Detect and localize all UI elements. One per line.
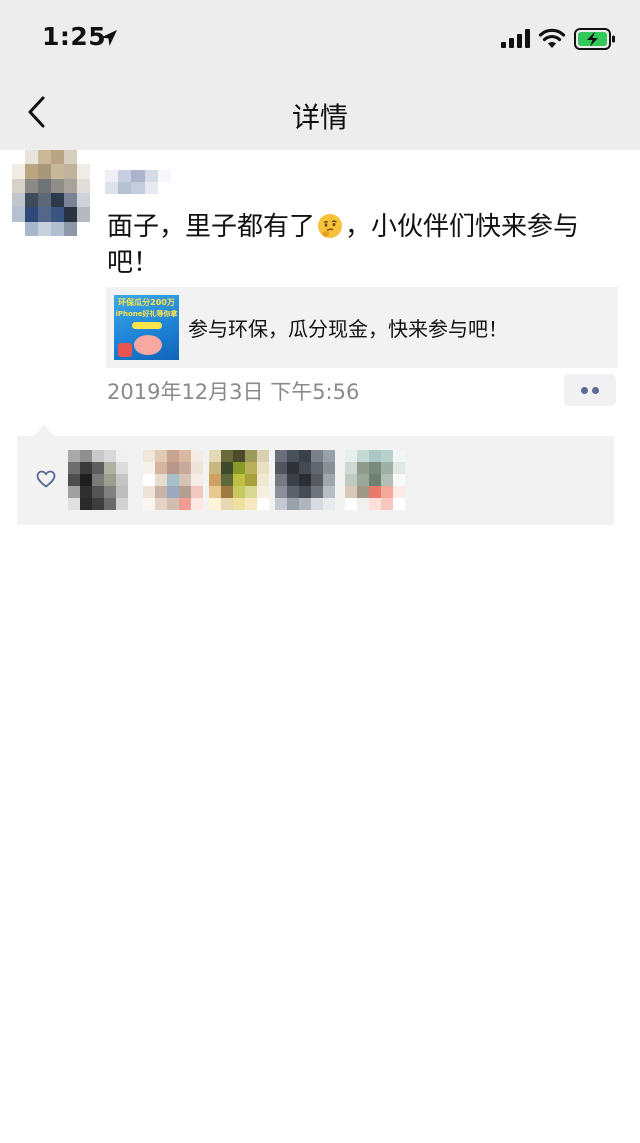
heart-outline-icon [36,470,56,488]
shared-link-card[interactable]: 环保瓜分200万 iPhone好礼等你拿 参与环保，瓜分现金，快来参与吧！ [106,287,618,368]
liker-avatar[interactable] [209,450,269,510]
likes-panel-arrow [34,425,54,436]
post-timestamp: 2019年12月3日 下午5:56 [107,380,360,404]
status-time: 1:25 [42,22,107,51]
liker-avatar[interactable] [68,450,128,510]
location-arrow-icon [101,30,117,46]
thinking-face-emoji [318,214,343,238]
cellular-signal-icon [501,29,530,48]
page-title: 详情 [291,101,348,134]
thumbnail-illustration [134,335,162,355]
liker-avatar[interactable] [143,450,203,510]
thumbnail-subline: iPhone好礼等你拿 [115,310,178,318]
liker-avatar[interactable] [275,450,335,510]
avatar[interactable] [12,150,90,236]
wifi-icon [538,28,566,48]
thumbnail-illustration-box [118,343,132,357]
liker-avatar[interactable] [345,450,405,510]
more-actions-button[interactable] [564,374,616,406]
post-text-part1: 面子，里子都有了 [107,212,316,242]
post-text: 面子，里子都有了 ，小伙伴们快来参与吧！ [107,209,622,281]
link-thumbnail: 环保瓜分200万 iPhone好礼等你拿 [114,295,179,360]
two-dots-icon [581,387,588,394]
username[interactable] [105,170,171,194]
thumbnail-button-shape [132,322,162,329]
thumbnail-headline: 环保瓜分200万 [118,298,175,307]
battery-charging-icon [574,28,615,50]
two-dots-icon [592,387,599,394]
link-title: 参与环保，瓜分现金，快来参与吧！ [188,317,508,341]
